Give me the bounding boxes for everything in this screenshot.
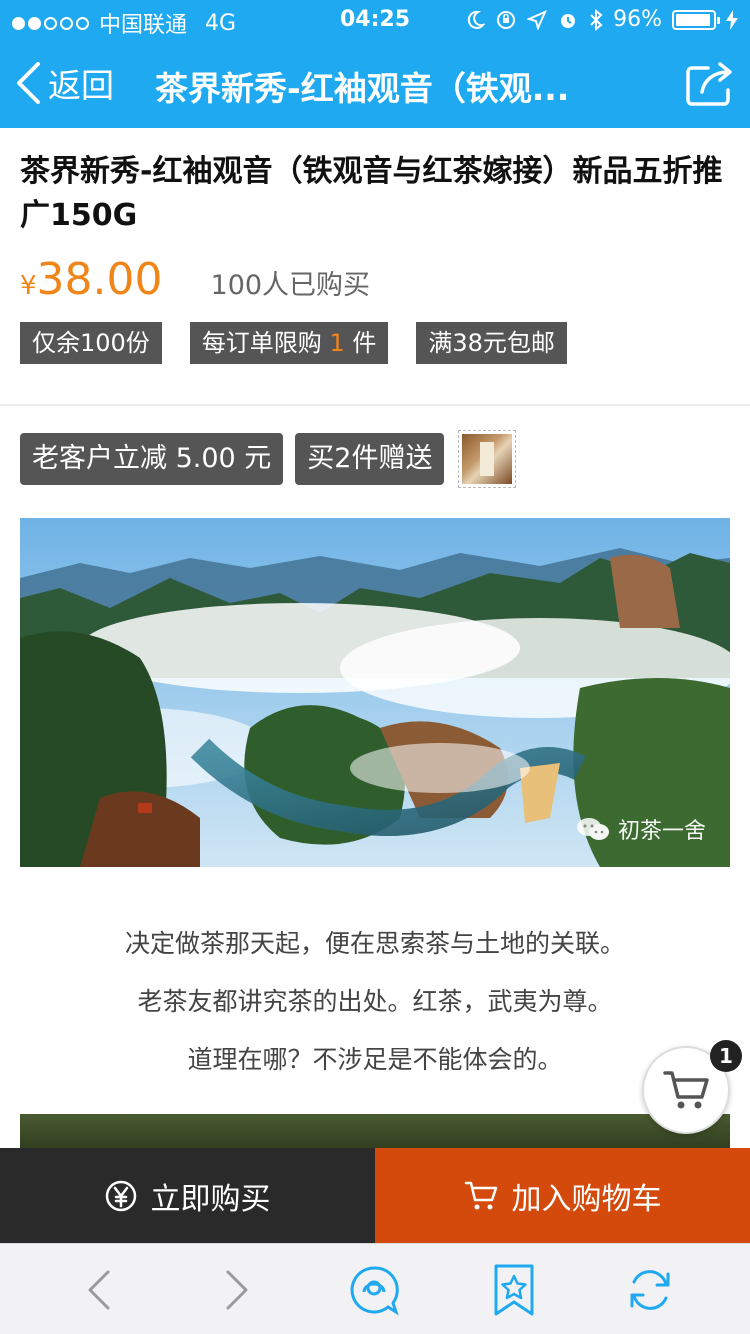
limit-tag: 每订单限购 1 件 — [189, 322, 389, 364]
buy-now-button[interactable]: 立即购买 — [0, 1148, 375, 1243]
refresh-icon[interactable] — [624, 1264, 676, 1316]
yen-coin-icon — [105, 1180, 136, 1211]
moon-icon — [467, 10, 486, 29]
limit-suffix: 件 — [352, 329, 377, 357]
price-row: ¥ 38.00 100人已购买 — [20, 254, 370, 305]
bookmark-star-icon[interactable] — [488, 1264, 540, 1316]
bluetooth-icon — [590, 8, 603, 31]
product-title: 茶界新秀-红袖观音（铁观音与红茶嫁接）新品五折推广150G — [20, 154, 723, 233]
watermark: 初茶一舍 — [576, 813, 706, 845]
share-icon[interactable] — [684, 60, 736, 108]
cart-count-badge: 1 — [710, 1040, 742, 1072]
browser-toolbar — [0, 1243, 750, 1334]
back-button[interactable]: 返回 — [14, 58, 114, 108]
gift-thumbnail[interactable] — [458, 430, 517, 488]
description: 决定做茶那天起，便在思索茶与土地的关联。 老茶友都讲究茶的出处。红茶，武夷为尊。… — [0, 915, 750, 1089]
watermark-text: 初茶一舍 — [617, 819, 706, 844]
nav-bar: 返回 茶界新秀-红袖观音（铁观... — [0, 40, 750, 128]
section-divider — [0, 404, 750, 406]
description-line: 道理在哪？不涉足是不能体会的。 — [187, 1045, 563, 1074]
chat-bubble-icon[interactable] — [348, 1264, 400, 1316]
alarm-icon — [561, 13, 576, 28]
chevron-left-icon — [17, 62, 40, 104]
back-arrow-icon[interactable] — [74, 1264, 126, 1316]
location-icon — [527, 9, 548, 30]
rotation-lock-icon — [497, 10, 516, 29]
status-bar: 中国联通 4G 04:25 96% — [0, 0, 750, 40]
discount-badge: 老客户立减 5.00 元 — [20, 433, 284, 485]
page-title: 茶界新秀-红袖观音（铁观... — [155, 69, 570, 108]
buy-now-label: 立即购买 — [150, 1181, 271, 1217]
cart-icon — [663, 1071, 709, 1109]
battery-percent: 96% — [613, 7, 662, 32]
forward-arrow-icon[interactable] — [210, 1264, 262, 1316]
description-line: 老茶友都讲究茶的出处。红茶，武夷为尊。 — [137, 987, 613, 1016]
limit-count: 1 — [329, 329, 345, 357]
stock-tag: 仅余100份 — [20, 322, 162, 364]
battery-icon — [672, 9, 720, 30]
floating-cart-button[interactable]: 1 — [642, 1040, 742, 1134]
price-value: 38.00 — [36, 254, 163, 305]
product-tags: 仅余100份 每订单限购 1 件 满38元包邮 — [20, 322, 567, 364]
shipping-tag: 满38元包邮 — [416, 322, 567, 364]
limit-prefix: 每订单限购 — [201, 329, 322, 357]
cart-icon — [464, 1181, 497, 1209]
back-label: 返回 — [48, 66, 114, 105]
gift-badge: 买2件赠送 — [295, 433, 445, 485]
description-line: 决定做茶那天起，便在思索茶与土地的关联。 — [124, 929, 625, 958]
top-bar: 中国联通 4G 04:25 96% 返回 茶界新秀-红袖观音（铁观... — [0, 0, 750, 128]
currency-symbol: ¥ — [20, 271, 37, 301]
status-right: 96% — [465, 7, 738, 32]
add-to-cart-button[interactable]: 加入购物车 — [375, 1148, 750, 1243]
hero-image: 初茶一舍 — [20, 518, 730, 867]
wechat-icon — [576, 818, 609, 840]
add-to-cart-label: 加入购物车 — [511, 1181, 662, 1217]
sold-count: 100人已购买 — [210, 270, 371, 301]
charging-icon — [726, 9, 738, 30]
promotions: 老客户立减 5.00 元 买2件赠送 — [20, 430, 517, 488]
action-bar: 立即购买 加入购物车 — [0, 1148, 750, 1243]
